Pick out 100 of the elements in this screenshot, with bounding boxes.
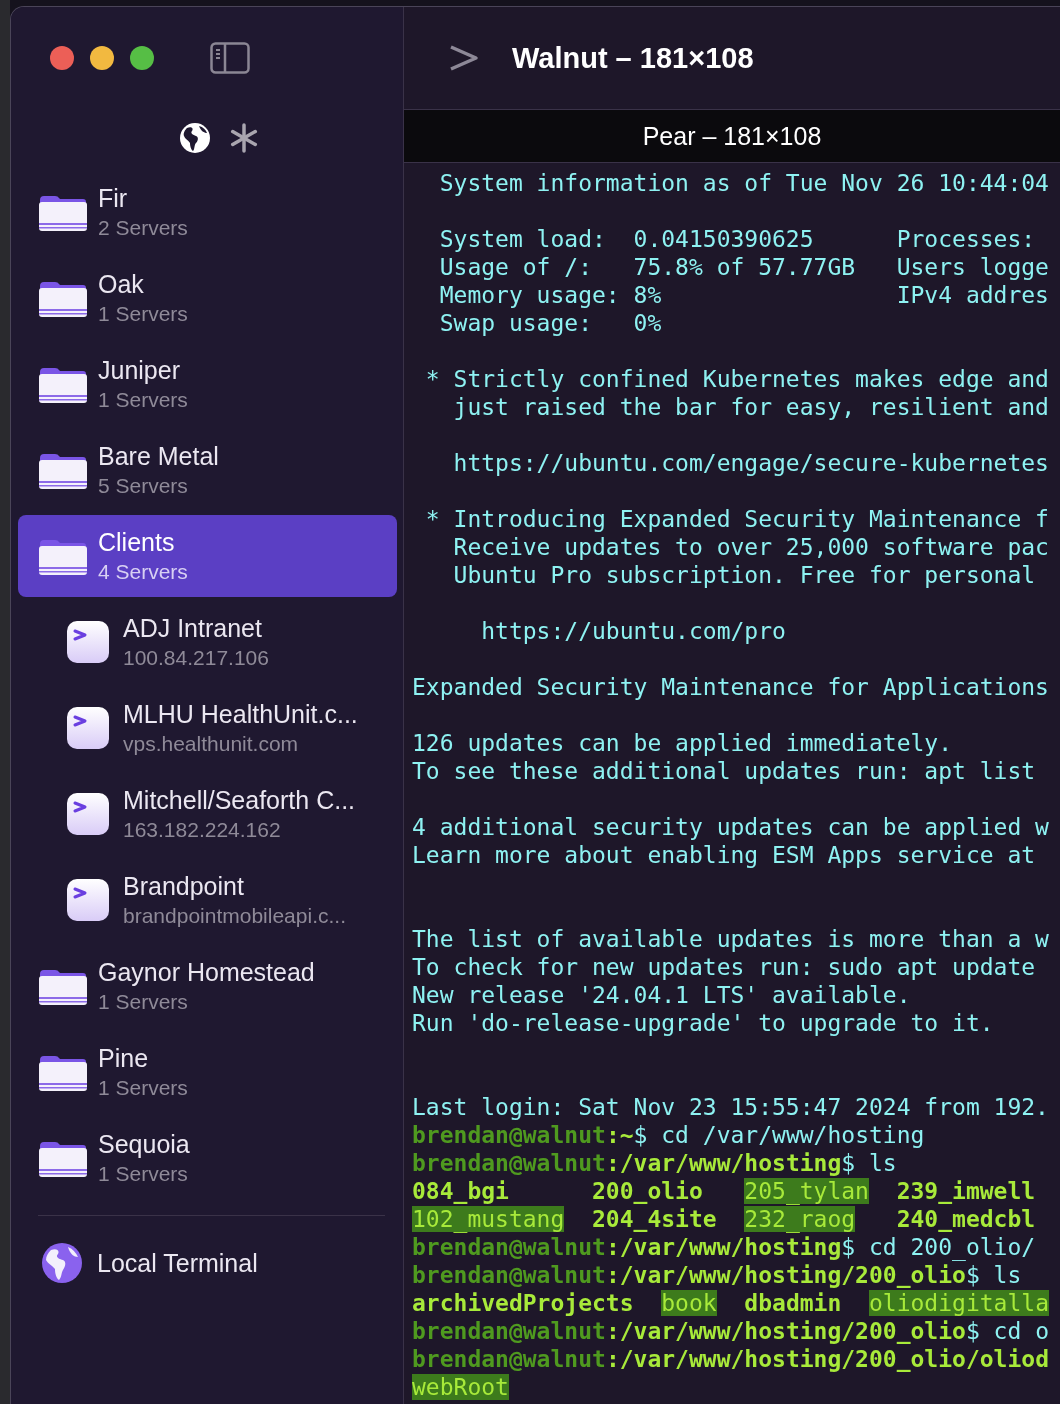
directory-name: 232_raog: [744, 1206, 856, 1232]
prompt-path: :/var/www/hosting: [605, 1234, 842, 1260]
directory-name: 102_mustang: [412, 1206, 565, 1232]
close-button[interactable]: [50, 46, 74, 70]
terminal-line: 4 additional security updates can be applied w: [412, 813, 1050, 841]
terminal-line: Usage of /: 75.8% of 57.77GB Users logge: [438, 253, 1050, 281]
terminal-line: To check for new updates run: sudo apt update: [412, 953, 1037, 981]
terminal-line: just raised the bar for easy, resilient and: [452, 393, 1050, 421]
terminal-line: System information as of Tue Nov 26 10:44:04: [438, 169, 1050, 197]
terminal-line: Receive updates to over 25,000 software pac: [452, 533, 1050, 561]
terminal-line: System load: 0.04150390625 Processes:: [438, 225, 1037, 253]
prompt-user: brendan@walnut: [412, 1122, 606, 1148]
server-item[interactable]: Brandpoint brandpointmobileapi.c...: [18, 859, 397, 941]
server-address: 100.84.217.106: [123, 645, 269, 671]
minimize-button[interactable]: [90, 46, 114, 70]
command-text: $ cd 200_olio/: [841, 1234, 1036, 1260]
server-item[interactable]: ADJ Intranet 100.84.217.106: [18, 601, 397, 683]
group-name: Juniper: [98, 355, 181, 386]
group-name: Sequoia: [98, 1129, 190, 1160]
zoom-button[interactable]: [130, 46, 154, 70]
directory-name: webRoot: [412, 1374, 509, 1400]
window-title: Walnut – 181×108: [512, 41, 754, 75]
terminal-line: * Strictly confined Kubernetes makes edge and: [424, 365, 1050, 393]
chevron-icon: [448, 44, 480, 72]
directory-name: oliodigitalla: [868, 1290, 1049, 1316]
command-text: $ cd o: [965, 1318, 1049, 1344]
terminal-icon: [66, 792, 110, 836]
server-name: ADJ Intranet: [123, 613, 263, 644]
group-name: Gaynor Homestead: [98, 957, 315, 988]
group-name: Fir: [98, 183, 129, 214]
command-text: $ ls: [965, 1262, 1022, 1288]
local-terminal-item[interactable]: Local Terminal: [11, 1216, 403, 1310]
globe-icon: [41, 1242, 83, 1284]
asterisk-icon[interactable]: [229, 123, 259, 153]
prompt-user: brendan@walnut: [412, 1262, 606, 1288]
prompt-user: brendan@walnut: [412, 1318, 606, 1344]
group-name: Pine: [98, 1043, 150, 1074]
server-address: brandpointmobileapi.c...: [123, 903, 346, 929]
server-name: MLHU HealthUnit.c...: [123, 699, 358, 730]
command-text: $ ls: [841, 1150, 897, 1176]
sidebar-toggle-icon[interactable]: [210, 42, 250, 74]
terminal-line: To see these additional updates run: apt list: [412, 757, 1037, 785]
prompt-path: :/var/www/hosting/200_olio: [605, 1318, 966, 1344]
file-name: archivedProjects: [412, 1290, 635, 1316]
server-count: 2 Servers: [98, 215, 188, 241]
terminal-line: New release '24.04.1 LTS' available.: [412, 981, 912, 1009]
server-count: 1 Servers: [98, 301, 188, 327]
server-group[interactable]: Pine 1 Servers: [18, 1031, 397, 1113]
server-address: vps.healthunit.com: [123, 731, 300, 757]
directory-name: book: [661, 1290, 717, 1316]
server-name: Mitchell/Seaforth C...: [123, 785, 356, 816]
terminal-tab[interactable]: Pear – 181×108: [404, 110, 1060, 163]
terminal-line: Run 'do-release-upgrade' to upgrade to it.: [412, 1009, 995, 1037]
file-name: 239_imwell: [895, 1178, 1036, 1204]
server-group[interactable]: Bare Metal 5 Servers: [18, 429, 397, 511]
prompt-path: :/var/www/hosting: [605, 1150, 842, 1176]
file-name: 084_bgi: [412, 1178, 510, 1204]
terminal-line: 126 updates can be applied immediately.: [412, 729, 954, 757]
server-count: 1 Servers: [98, 387, 188, 413]
server-count: 1 Servers: [98, 1075, 188, 1101]
server-group[interactable]: Clients 4 Servers: [18, 515, 397, 597]
file-name: 240_medcbl: [895, 1206, 1036, 1232]
terminal-line: Expanded Security Maintenance for Applications: [412, 673, 1050, 701]
prompt-user: brendan@walnut: [412, 1234, 606, 1260]
server-count: 4 Servers: [98, 559, 188, 585]
terminal-line: https://ubuntu.com/engage/secure-kubernetes: [452, 449, 1050, 477]
group-name: Bare Metal: [98, 441, 219, 472]
server-group[interactable]: Oak 1 Servers: [18, 257, 397, 339]
server-count: 1 Servers: [98, 989, 189, 1015]
server-count: 5 Servers: [98, 473, 189, 499]
command-text: $ cd /var/www/hosting: [633, 1122, 925, 1148]
terminal-icon: [66, 620, 110, 664]
terminal-icon: [66, 706, 110, 750]
file-name: dbadmin: [743, 1290, 843, 1316]
server-name: Brandpoint: [123, 871, 245, 902]
terminal-line: Ubuntu Pro subscription. Free for personal: [452, 561, 1037, 589]
terminal-line: Last login: Sat Nov 23 15:55:47 2024 from 192.: [412, 1093, 1050, 1121]
prompt-user: brendan@walnut: [412, 1346, 606, 1372]
directory-name: 205_tylan: [744, 1178, 869, 1204]
server-group[interactable]: Sequoia 1 Servers: [18, 1117, 397, 1199]
terminal-icon: [66, 878, 110, 922]
prompt-path: :~: [605, 1122, 634, 1148]
server-item[interactable]: MLHU HealthUnit.c... vps.healthunit.com: [18, 687, 397, 769]
terminal-line: Learn more about enabling ESM Apps service at: [412, 841, 1037, 869]
prompt-path: :/var/www/hosting/200_olio/oliod: [605, 1346, 1049, 1372]
server-group[interactable]: Gaynor Homestead 1 Servers: [18, 945, 397, 1027]
terminal-line: * Introducing Expanded Security Maintenance f: [424, 505, 1050, 533]
terminal-line: Memory usage: 8% IPv4 addres: [438, 281, 1050, 309]
group-name: Clients: [98, 527, 176, 558]
server-item[interactable]: Mitchell/Seaforth C... 163.182.224.162: [18, 773, 397, 855]
terminal-line: https://ubuntu.com/pro: [480, 617, 787, 645]
globe-icon[interactable]: [179, 122, 211, 154]
server-count: 1 Servers: [98, 1161, 189, 1187]
server-address: 163.182.224.162: [123, 817, 282, 843]
server-group[interactable]: Fir 2 Servers: [18, 171, 397, 253]
server-group[interactable]: Juniper 1 Servers: [18, 343, 397, 425]
terminal-line: Swap usage: 0%: [438, 309, 663, 337]
terminal-line: The list of available updates is more than a w: [412, 925, 1050, 953]
group-name: Oak: [98, 269, 145, 300]
file-name: 200_olio: [592, 1178, 704, 1204]
